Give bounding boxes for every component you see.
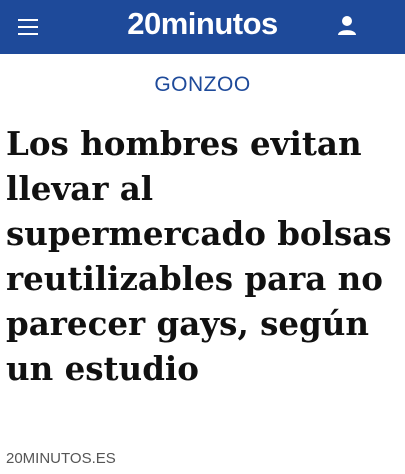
user-icon (338, 16, 356, 35)
article-page: 20minutos GONZOO Los hombres evitan llev… (0, 0, 405, 474)
section-label[interactable]: GONZOO (0, 72, 405, 98)
user-account-button[interactable] (330, 9, 364, 43)
article-headline[interactable]: Los hombres evitan llevar al supermercad… (6, 121, 401, 391)
article-source: 20MINUTOS.ES (6, 450, 116, 467)
top-bar: 20minutos (0, 0, 405, 54)
